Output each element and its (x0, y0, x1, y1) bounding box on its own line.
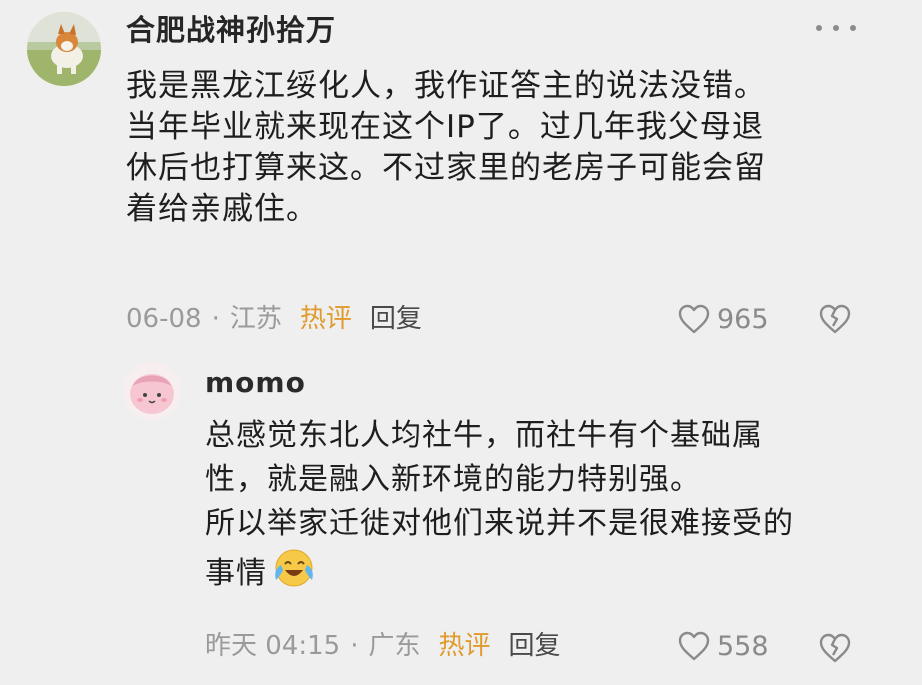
reply-like-button[interactable]: 558 (677, 630, 769, 662)
reply-username[interactable]: momo (205, 366, 306, 400)
comment-text-line: 休后也打算来这。不过家里的老房子可能会留 (126, 150, 766, 186)
reply-text-line-last: 事情 (205, 546, 845, 603)
reply-meta: 昨天 04:15 · 广东 热评 回复 (205, 630, 561, 662)
reply-text-line: 所以举家迁徙对他们来说并不是很难接受的 (205, 506, 794, 541)
laugh-crying-emoji-icon (271, 546, 315, 603)
hot-comment-badge: 热评 (438, 631, 491, 661)
comment-text-line: 我是黑龙江绥化人，我作证答主的说法没错。 (126, 68, 766, 104)
reply-date: 昨天 04:15 (205, 631, 341, 661)
reply-text: 总感觉东北人均社牛，而社牛有个基础属 性，就是融入新环境的能力特别强。 所以举家… (205, 414, 845, 603)
broken-heart-icon (819, 633, 851, 663)
like-button[interactable]: 965 (677, 303, 769, 335)
more-dots-icon (850, 25, 856, 31)
comment-text-line: 当年毕业就来现在这个IP了。过几年我父母退 (126, 109, 764, 145)
hot-comment-badge: 热评 (299, 304, 352, 334)
reply-user-avatar[interactable] (123, 362, 181, 420)
meta-separator: · (350, 631, 359, 661)
username[interactable]: 合肥战神孙拾万 (126, 12, 336, 48)
comment-date: 06-08 (126, 304, 202, 334)
comment-meta: 06-08 · 江苏 热评 回复 (126, 303, 422, 335)
heart-icon (678, 304, 710, 334)
user-avatar[interactable] (27, 12, 101, 86)
reply-location: 广东 (368, 631, 421, 661)
heart-icon (678, 631, 710, 661)
comment-text-line: 着给亲戚住。 (126, 191, 318, 227)
more-dots-icon (816, 25, 822, 31)
comment-location: 江苏 (229, 304, 282, 334)
more-options-button[interactable] (816, 16, 856, 40)
meta-separator: · (211, 304, 220, 334)
like-count: 558 (717, 630, 769, 662)
pink-blob-avatar-icon (123, 362, 181, 420)
reply-text-fragment: 事情 (205, 556, 267, 591)
reply-button[interactable]: 回复 (509, 630, 561, 662)
corgi-avatar-icon (27, 12, 101, 86)
reply-text-line: 性，就是融入新环境的能力特别强。 (205, 462, 701, 497)
like-count: 965 (717, 303, 769, 335)
comment-text: 我是黑龙江绥化人，我作证答主的说法没错。 当年毕业就来现在这个IP了。过几年我父… (126, 66, 846, 230)
broken-heart-icon (819, 304, 851, 334)
more-dots-icon (833, 25, 839, 31)
reply-button[interactable]: 回复 (370, 303, 422, 335)
dislike-button[interactable] (818, 303, 852, 339)
reply-text-line: 总感觉东北人均社牛，而社牛有个基础属 (205, 418, 763, 453)
reply-dislike-button[interactable] (818, 632, 852, 668)
